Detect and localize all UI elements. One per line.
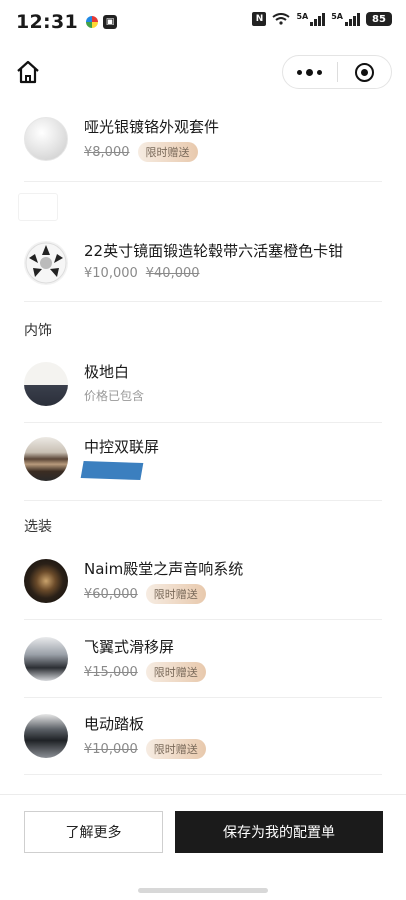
list-item[interactable]: 飞翼式滑移屏 ¥15,000 限时赠送 [24,637,382,687]
divider [24,301,382,302]
list-item[interactable]: 极地白 价格已包含 [24,362,382,412]
status-right-icons: N 5A 5A 85 [252,12,392,26]
dashboard-thumbnail [24,437,68,481]
wifi-icon [272,13,291,25]
item-thumbnail [24,117,68,161]
save-config-button[interactable]: 保存为我的配置单 [175,811,383,853]
section-title-interior: 内饰 [24,323,52,339]
step-thumbnail [24,714,68,758]
placeholder-box [18,193,58,221]
home-indicator[interactable] [138,888,268,893]
nfc-icon: N [252,12,267,26]
list-item[interactable]: Naim殿堂之声音响系统 ¥60,000 限时赠送 [24,559,382,609]
promo-badge: 限时赠送 [145,739,206,759]
signal-icon-sim1: 5A [296,12,326,26]
status-time: 12:31 [16,11,78,33]
item-title: 电动踏板 [84,715,145,733]
section-title-options: 选装 [24,519,52,535]
speaker-thumbnail [24,559,68,603]
bottom-action-bar: 了解更多 保存为我的配置单 [0,794,406,900]
screen-thumbnail [24,637,68,681]
flower-app-icon [85,16,98,28]
item-price: ¥60,000 [84,586,138,602]
item-title: 飞翼式滑移屏 [84,638,175,656]
item-price: ¥10,000 [84,741,138,757]
status-notification-icons: ▣ [85,15,117,29]
learn-more-button[interactable]: 了解更多 [24,811,163,853]
list-item[interactable]: 中控双联屏 [24,437,382,487]
target-close-icon[interactable] [338,56,392,88]
divider [24,500,382,501]
divider [24,619,382,620]
list-item[interactable]: 22英寸镜面锻造轮毂带六活塞橙色卡钳 ¥10,000 ¥40,000 [24,241,382,291]
divider [24,774,382,775]
battery-icon: 85 [366,12,392,26]
signal-icon-sim2: 5A [331,12,360,26]
nav-bar [0,44,406,100]
item-price: ¥8,000 [84,144,130,160]
promo-badge: 限时赠送 [145,662,206,682]
nfc-notification-icon: ▣ [102,15,117,29]
mini-program-capsule [282,55,392,89]
divider [24,181,382,182]
divider [24,422,382,423]
promo-badge: 限时赠送 [145,584,206,604]
wheel-thumbnail [24,241,68,285]
item-price-note: 价格已包含 [84,389,145,403]
item-title: 极地白 [84,363,130,381]
list-item[interactable]: 电动踏板 ¥10,000 限时赠送 [24,714,382,764]
color-swatch-thumbnail [24,362,68,406]
divider [24,697,382,698]
item-original-price: ¥40,000 [145,266,200,281]
item-title: 中控双联屏 [84,438,160,456]
item-title: 哑光银镀铬外观套件 [84,118,220,136]
item-title: Naim殿堂之声音响系统 [84,560,244,578]
status-bar: 12:31 ▣ N 5A 5A 85 [0,0,406,44]
home-icon[interactable] [14,58,42,86]
more-dots-icon[interactable] [283,56,337,88]
item-price: ¥10,000 [84,266,138,281]
item-price: ¥15,000 [84,664,138,680]
redaction-mark [80,460,144,481]
item-title: 22英寸镜面锻造轮毂带六活塞橙色卡钳 [84,242,344,260]
list-item[interactable]: 哑光银镀铬外观套件 ¥8,000 限时赠送 [24,117,382,167]
promo-badge: 限时赠送 [137,142,198,162]
